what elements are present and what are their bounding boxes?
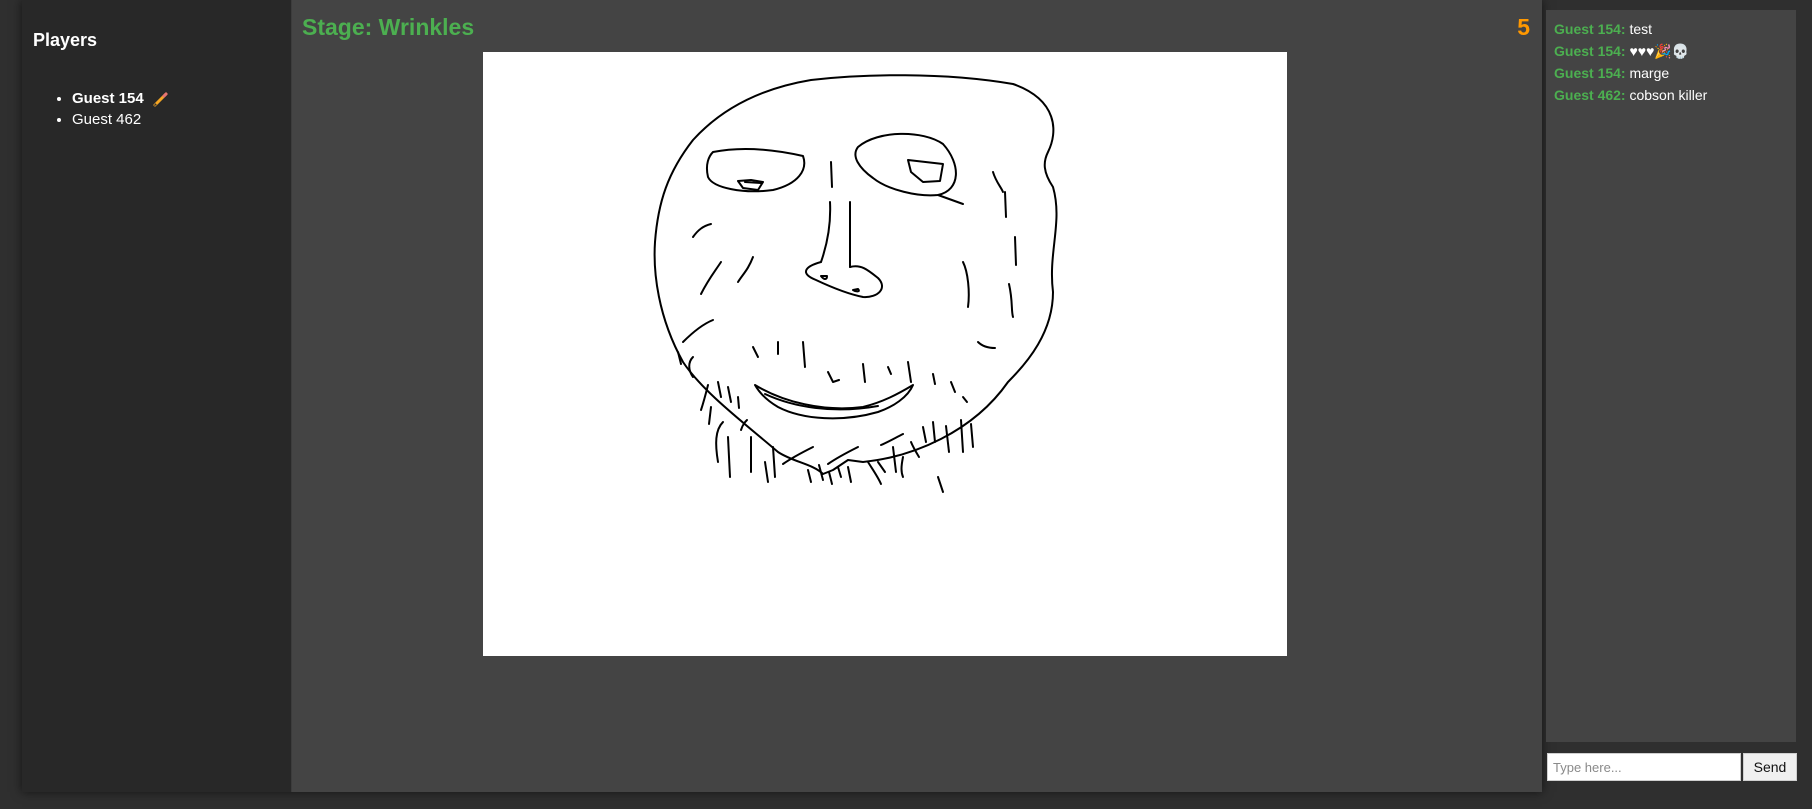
player-name: Guest 462 bbox=[72, 111, 142, 128]
chat-username: Guest 154: bbox=[1554, 65, 1626, 81]
chat-panel: Guest 154: test Guest 154: ♥♥♥🎉💀 Guest 1… bbox=[1546, 10, 1796, 742]
pencil-icon bbox=[152, 90, 170, 108]
chat-message: Guest 154: marge bbox=[1554, 62, 1790, 84]
chat-message: Guest 154: ♥♥♥🎉💀 bbox=[1554, 40, 1790, 62]
stage-title: Stage: Wrinkles bbox=[302, 14, 475, 40]
chat-message-list: Guest 154: test Guest 154: ♥♥♥🎉💀 Guest 1… bbox=[1554, 18, 1790, 106]
player-item: Guest 462 bbox=[72, 109, 170, 130]
chat-username: Guest 462: bbox=[1554, 87, 1626, 103]
players-heading: Players bbox=[33, 30, 98, 50]
round-timer: 5 bbox=[1517, 14, 1530, 40]
players-sidebar: Players Guest 154 Guest 462 bbox=[22, 0, 292, 792]
player-item: Guest 154 bbox=[72, 88, 170, 109]
chat-username: Guest 154: bbox=[1554, 21, 1626, 37]
chat-text: cobson killer bbox=[1629, 87, 1708, 103]
player-list: Guest 154 Guest 462 bbox=[22, 88, 170, 130]
chat-input[interactable] bbox=[1547, 753, 1741, 781]
drawing-canvas[interactable] bbox=[483, 52, 1287, 656]
game-app: Players Guest 154 Guest 462 Stage: Wrink… bbox=[22, 0, 1542, 792]
chat-message: Guest 154: test bbox=[1554, 18, 1790, 40]
chat-text: ♥♥♥🎉💀 bbox=[1629, 43, 1690, 59]
game-main: Stage: Wrinkles 5 bbox=[293, 0, 1542, 792]
chat-message: Guest 462: cobson killer bbox=[1554, 84, 1790, 106]
chat-username: Guest 154: bbox=[1554, 43, 1626, 59]
player-name: Guest 154 bbox=[72, 90, 144, 107]
send-button[interactable]: Send bbox=[1743, 753, 1797, 781]
chat-text: marge bbox=[1629, 65, 1670, 81]
chat-text: test bbox=[1629, 21, 1653, 37]
drawing-sketch bbox=[653, 74, 1058, 493]
